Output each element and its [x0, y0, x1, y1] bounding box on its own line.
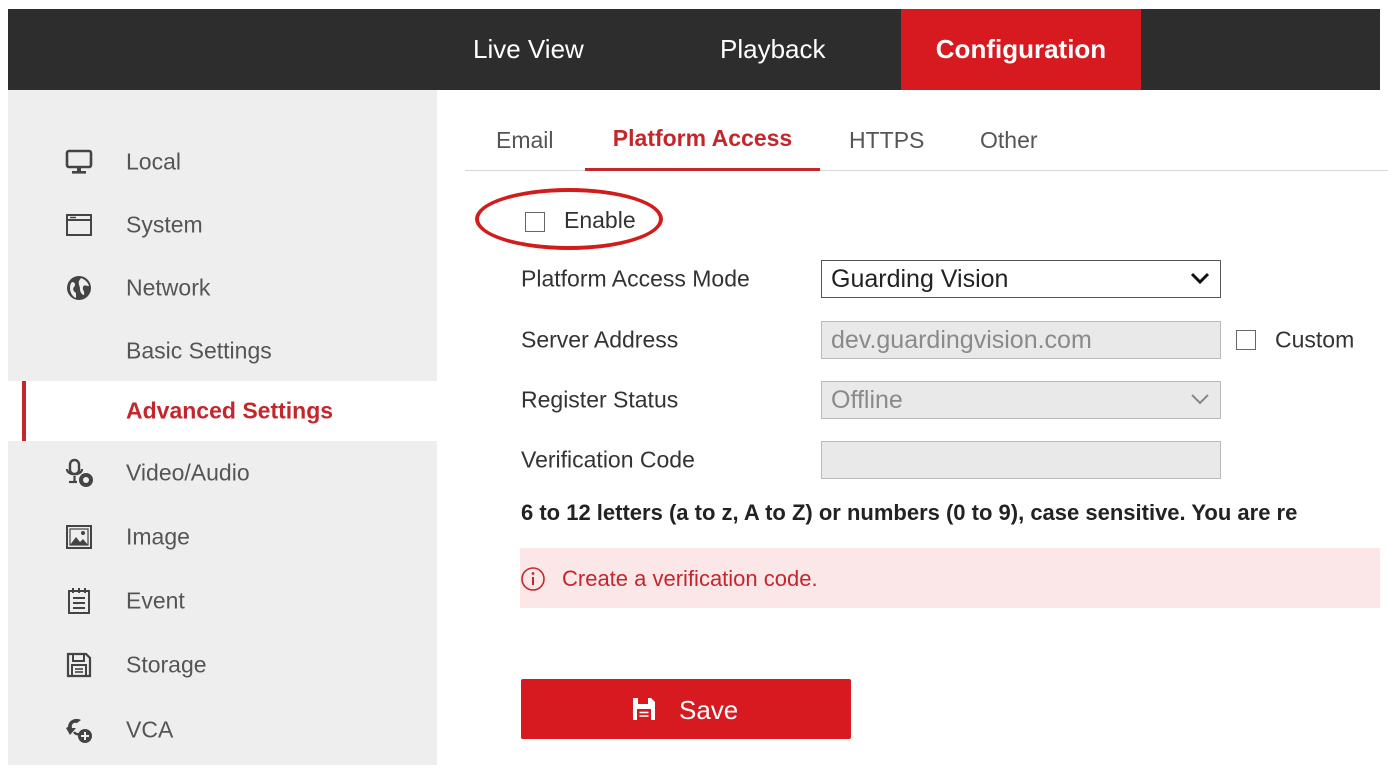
alert-message: Create a verification code. — [520, 548, 1380, 608]
sidebar-item-basic-settings[interactable]: Basic Settings — [8, 321, 437, 381]
globe-icon — [67, 276, 91, 300]
register-status-value: Offline — [831, 386, 903, 414]
register-status-label: Register Status — [521, 386, 679, 413]
floppy-icon — [66, 652, 92, 678]
verification-code-label: Verification Code — [521, 446, 695, 473]
save-button[interactable]: Save — [521, 679, 851, 739]
top-navigation-bar: Live View Playback Configuration — [8, 9, 1380, 90]
platform-access-mode-value: Guarding Vision — [831, 265, 1009, 293]
floppy-icon — [633, 698, 655, 720]
window-icon — [66, 214, 92, 236]
sidebar-item-label: Basic Settings — [126, 337, 272, 364]
tab-other[interactable]: Other — [980, 105, 1038, 171]
row-server-address: Server Address dev.guardingvision.com Cu… — [521, 321, 1381, 359]
settings-tabs: Email Platform Access HTTPS Other — [465, 105, 1388, 171]
sidebar-item-label: Network — [126, 274, 211, 301]
sidebar-item-advanced-settings[interactable]: Advanced Settings — [8, 381, 437, 441]
enable-option: Enable — [475, 188, 665, 252]
nav-playback[interactable]: Playback — [720, 9, 826, 90]
sidebar-item-image[interactable]: Image — [8, 507, 437, 567]
platform-access-mode-label: Platform Access Mode — [521, 265, 750, 292]
sidebar-item-system[interactable]: System — [8, 195, 437, 255]
sidebar-item-event[interactable]: Event — [8, 571, 437, 631]
server-address-label: Server Address — [521, 326, 679, 353]
info-icon — [521, 567, 545, 591]
sidebar-item-label: Image — [126, 523, 190, 550]
custom-checkbox[interactable] — [1236, 330, 1256, 350]
verification-code-input[interactable] — [821, 441, 1221, 479]
sidebar-item-label: Video/Audio — [126, 459, 250, 486]
platform-access-mode-select[interactable]: Guarding Vision — [821, 260, 1221, 298]
enable-label: Enable — [564, 207, 636, 233]
image-icon — [66, 525, 92, 549]
active-indicator — [22, 381, 26, 441]
sidebar-item-network[interactable]: Network — [8, 258, 437, 318]
nav-configuration[interactable]: Configuration — [901, 9, 1141, 90]
save-label: Save — [679, 695, 739, 725]
row-verification-code: Verification Code — [521, 441, 1381, 479]
sidebar-item-video-audio[interactable]: Video/Audio — [8, 443, 437, 503]
row-platform-access-mode: Platform Access Mode Guarding Vision — [521, 260, 1381, 298]
sidebar-item-storage[interactable]: Storage — [8, 635, 437, 695]
tab-platform-access[interactable]: Platform Access — [585, 105, 820, 171]
tab-https[interactable]: HTTPS — [849, 105, 924, 171]
sidebar-item-vca[interactable]: VCA — [8, 700, 437, 760]
server-address-value: dev.guardingvision.com — [831, 326, 1092, 354]
nav-live-view[interactable]: Live View — [473, 9, 584, 90]
sidebar-item-local[interactable]: Local — [8, 132, 437, 192]
sidebar-item-label: Event — [126, 587, 185, 614]
enable-checkbox[interactable] — [525, 212, 545, 232]
sidebar-item-label: Local — [126, 148, 181, 175]
sidebar: Local System Network Basic Settings Adva… — [8, 90, 437, 765]
custom-label: Custom — [1275, 326, 1355, 353]
monitor-icon — [65, 149, 93, 174]
sidebar-item-label: VCA — [126, 716, 174, 743]
verification-code-hint: 6 to 12 letters (a to z, A to Z) or numb… — [521, 500, 1298, 525]
microphone-icon — [65, 458, 93, 487]
register-status-select[interactable]: Offline — [821, 381, 1221, 419]
chevron-down-icon — [1190, 272, 1210, 285]
alert-text: Create a verification code. — [562, 566, 818, 591]
calendar-icon — [68, 588, 90, 614]
server-address-input[interactable]: dev.guardingvision.com — [821, 321, 1221, 359]
chevron-down-icon — [1191, 394, 1209, 405]
row-register-status: Register Status Offline — [521, 381, 1381, 419]
tab-email[interactable]: Email — [496, 105, 554, 171]
sidebar-item-label: Advanced Settings — [126, 397, 334, 424]
vca-icon — [66, 718, 92, 743]
sidebar-item-label: Storage — [126, 651, 207, 678]
sidebar-item-label: System — [126, 211, 203, 238]
